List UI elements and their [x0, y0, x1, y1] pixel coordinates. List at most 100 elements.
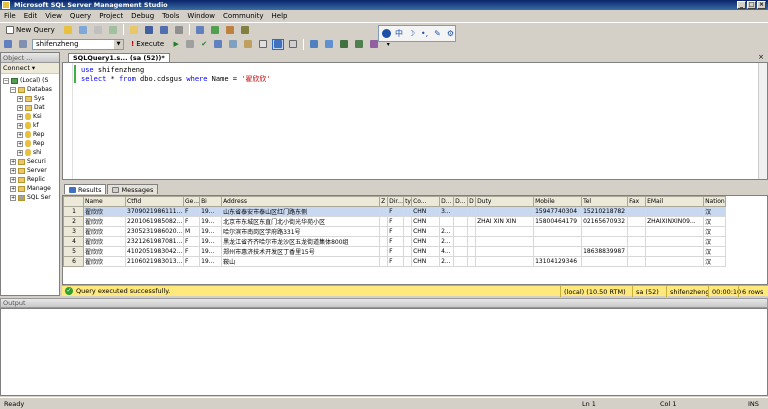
table-cell[interactable]: 3709021986111...	[125, 206, 184, 217]
column-header[interactable]: Ge...	[182, 196, 201, 207]
uncomment-button[interactable]	[323, 39, 335, 50]
expand-icon[interactable]: +	[10, 185, 16, 192]
table-cell[interactable]: 19...	[199, 226, 223, 237]
table-cell[interactable]: 2321261987081...	[125, 236, 184, 247]
tab-results[interactable]: Results	[64, 184, 107, 194]
table-cell[interactable]	[467, 216, 477, 227]
table-cell[interactable]	[475, 246, 535, 257]
table-cell[interactable]	[581, 226, 629, 237]
table-cell[interactable]	[403, 256, 413, 267]
menu-query[interactable]: Query	[70, 12, 91, 20]
table-cell[interactable]: 4...	[439, 246, 455, 257]
query-designer-button[interactable]	[227, 39, 239, 50]
column-header[interactable]: Tel	[581, 196, 629, 207]
table-cell[interactable]	[533, 226, 583, 237]
table-cell[interactable]: 北京市东城区东直门北小街光华苑小区	[221, 216, 381, 227]
execute-button[interactable]: ! Execute	[127, 39, 168, 50]
connect-button[interactable]	[2, 39, 14, 50]
table-cell[interactable]	[581, 256, 629, 267]
column-header[interactable]: D...	[453, 196, 469, 207]
row-number[interactable]: 1	[63, 206, 84, 217]
table-cell[interactable]: F	[182, 216, 201, 227]
table-cell[interactable]: 2...	[439, 256, 455, 267]
table-cell[interactable]: 2...	[439, 226, 455, 237]
available-databases-select[interactable]: shifenzheng ▼	[32, 38, 124, 50]
row-number[interactable]: 5	[63, 246, 84, 257]
new-analysis-button[interactable]	[77, 24, 89, 35]
table-cell[interactable]	[453, 216, 469, 227]
table-cell[interactable]	[533, 246, 583, 257]
collapse-icon[interactable]: −	[10, 86, 16, 93]
new-xmla-button[interactable]	[92, 24, 104, 35]
print-button[interactable]	[173, 24, 185, 35]
tab-messages[interactable]: Messages	[107, 184, 159, 194]
column-header[interactable]: CtfId	[125, 196, 184, 207]
table-row[interactable]: 3 翟欣欣 2305231986020... M 19... 哈尔滨市南岗区学府路331号…	[63, 226, 727, 237]
sql-code[interactable]: use shifenzheng select * from dbo.cdsgus…	[81, 66, 271, 84]
close-icon[interactable]: ×	[758, 53, 764, 61]
menu-community[interactable]: Community	[223, 12, 264, 20]
expand-icon[interactable]: +	[17, 95, 23, 102]
maximize-button[interactable]: □	[747, 1, 756, 9]
expand-icon[interactable]: +	[17, 149, 23, 156]
column-header[interactable]: Duty	[475, 196, 535, 207]
table-cell[interactable]: 汉	[703, 226, 727, 237]
expand-icon[interactable]: +	[17, 140, 23, 147]
table-cell[interactable]	[379, 236, 389, 247]
table-cell[interactable]: 翟欣欣	[83, 246, 126, 257]
table-cell[interactable]: 鞍山	[221, 256, 381, 267]
table-cell[interactable]: F	[182, 256, 201, 267]
column-header[interactable]: D	[467, 196, 477, 207]
column-header[interactable]: Mobile	[533, 196, 583, 207]
tree-node[interactable]: + Replic	[1, 175, 59, 184]
toolbox-button[interactable]	[239, 24, 251, 35]
table-cell[interactable]: F	[387, 216, 405, 227]
new-query-button[interactable]: New Query	[2, 24, 59, 35]
table-cell[interactable]: 15800464179	[533, 216, 583, 227]
column-header[interactable]: Name	[83, 196, 126, 207]
output-panel[interactable]	[0, 308, 768, 396]
tree-node[interactable]: + Server	[1, 166, 59, 175]
column-header[interactable]: Fax	[627, 196, 647, 207]
table-row[interactable]: 5 翟欣欣 4102051983042... F 19... 郑州市惠济技术开发区丁香里1…	[63, 246, 727, 257]
table-cell[interactable]	[645, 236, 705, 247]
column-header[interactable]: EMail	[645, 196, 705, 207]
table-cell[interactable]	[475, 256, 535, 267]
table-cell[interactable]	[627, 206, 647, 217]
tree-node[interactable]: − Databas	[1, 85, 59, 94]
connect-dropdown[interactable]: Connect	[3, 64, 30, 72]
table-cell[interactable]	[627, 246, 647, 257]
row-number[interactable]: 4	[63, 236, 84, 247]
table-cell[interactable]: 汉	[703, 246, 727, 257]
intellisense-button[interactable]	[242, 39, 254, 50]
table-cell[interactable]: 19...	[199, 236, 223, 247]
table-row[interactable]: 6 翟欣欣 2106021983013... F 19... 鞍山 F CHN 2... 1310…	[63, 256, 727, 267]
table-cell[interactable]	[627, 216, 647, 227]
tab-sqlquery1[interactable]: SQLQuery1.s... (sa (52))*	[68, 53, 170, 62]
table-cell[interactable]: 翟欣欣	[83, 226, 126, 237]
chevron-down-icon[interactable]: ▾	[32, 64, 35, 72]
minimize-button[interactable]: _	[737, 1, 746, 9]
table-cell[interactable]: 19...	[199, 246, 223, 257]
row-number[interactable]: 6	[63, 256, 84, 267]
table-cell[interactable]	[453, 236, 469, 247]
table-cell[interactable]: 翟欣欣	[83, 256, 126, 267]
tree-node[interactable]: + Rep	[1, 139, 59, 148]
save-button[interactable]	[143, 24, 155, 35]
table-cell[interactable]: 山东省泰安市泰山区红门路东侧	[221, 206, 381, 217]
tree-node[interactable]: + Securi	[1, 157, 59, 166]
column-header[interactable]: Address	[221, 196, 381, 207]
properties-button[interactable]	[224, 24, 236, 35]
table-cell[interactable]: 汉	[703, 206, 727, 217]
table-cell[interactable]	[467, 206, 477, 217]
table-cell[interactable]: CHN	[411, 226, 441, 237]
table-cell[interactable]	[645, 256, 705, 267]
table-cell[interactable]	[379, 226, 389, 237]
tree-node[interactable]: − (Local) (S	[1, 76, 59, 85]
new-mdx-button[interactable]	[107, 24, 119, 35]
object-explorer-button[interactable]	[209, 24, 221, 35]
table-cell[interactable]	[627, 226, 647, 237]
open-file-button[interactable]	[128, 24, 140, 35]
save-all-button[interactable]	[158, 24, 170, 35]
table-cell[interactable]	[581, 236, 629, 247]
